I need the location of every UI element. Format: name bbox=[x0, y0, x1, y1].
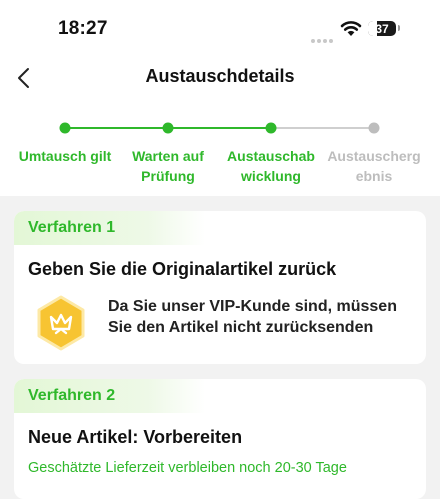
battery-tip bbox=[398, 25, 400, 31]
procedure-card-2: Verfahren 2 Neue Artikel: Vorbereiten Ge… bbox=[14, 379, 426, 499]
step-dot-1 bbox=[59, 122, 71, 134]
vip-message: Da Sie unser VIP-Kunde sind, müssen Sie … bbox=[108, 298, 397, 336]
step-label-1: Umtausch gilt bbox=[18, 148, 112, 164]
header-area: 18:27 37 Austauschdetails Umtausch gilt … bbox=[0, 0, 440, 196]
procedure-card-1: Verfahren 1 Geben Sie die Originalartike… bbox=[14, 211, 426, 364]
progress-stepper: Umtausch gilt Warten auf Prüfung Austaus… bbox=[0, 112, 440, 192]
procedure-title: Geben Sie die Originalartikel zurück bbox=[28, 259, 337, 279]
procedure-tag: Verfahren 1 bbox=[14, 211, 206, 245]
page-title: Austauschdetails bbox=[145, 66, 295, 86]
delivery-estimate: Geschätzte Lieferzeit verbleiben noch 20… bbox=[28, 460, 347, 476]
step-dot-3 bbox=[265, 122, 277, 134]
procedure-tag: Verfahren 2 bbox=[14, 379, 206, 413]
vip-badge-icon bbox=[37, 295, 85, 351]
cellular-signal-icon bbox=[311, 30, 335, 48]
step-dot-4 bbox=[368, 122, 380, 134]
battery-icon: 37 bbox=[368, 21, 396, 36]
nav-bar: Austauschdetails bbox=[0, 58, 440, 98]
step-label-4: Austauscherg ebnis bbox=[327, 148, 421, 184]
wifi-icon bbox=[340, 21, 362, 36]
status-bar: 18:27 37 bbox=[0, 0, 440, 58]
step-label-2: Warten auf Prüfung bbox=[132, 148, 204, 184]
battery-level: 37 bbox=[375, 21, 389, 36]
stepper-track bbox=[59, 122, 380, 134]
step-label-3: Austauschab wicklung bbox=[227, 148, 315, 184]
procedure-title: Neue Artikel: Vorbereiten bbox=[28, 427, 243, 447]
step-dot-2 bbox=[162, 122, 174, 134]
status-time: 18:27 bbox=[58, 18, 108, 39]
